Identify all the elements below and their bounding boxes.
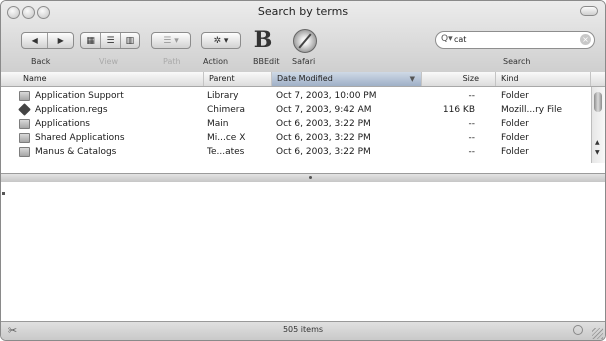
preview-pane	[1, 182, 605, 321]
folder-icon	[19, 147, 30, 157]
folder-icon	[19, 133, 30, 143]
file-size: --	[468, 119, 476, 129]
back-label: Back	[31, 57, 51, 66]
file-date: Oct 7, 2003, 10:00 PM	[276, 91, 377, 101]
file-date: Oct 6, 2003, 3:22 PM	[276, 147, 371, 157]
list-view-button[interactable]: ☰	[100, 33, 119, 48]
file-kind: Folder	[501, 91, 529, 101]
column-header-row: Name Parent Date Modified ▼ Size Kind	[1, 72, 605, 87]
column-header-name[interactable]: Name	[1, 72, 204, 86]
file-kind: Folder	[501, 133, 529, 143]
file-name: Application Support	[35, 91, 124, 101]
column-header-parent[interactable]: Parent	[204, 72, 272, 86]
file-row[interactable]: Shared Applications Mi...ce X Oct 6, 2003,…	[1, 131, 591, 145]
item-count: 505 items	[282, 325, 324, 334]
resize-grip-icon[interactable]	[592, 328, 603, 339]
forward-button[interactable]: ▶	[47, 33, 73, 48]
path-label: Path	[163, 57, 181, 66]
file-name: Applications	[35, 119, 90, 129]
search-label: Search	[503, 57, 531, 66]
file-size: --	[468, 147, 476, 157]
magnifier-icon[interactable]: Q▾	[441, 34, 453, 44]
file-row[interactable]: Application.regs Chimera Oct 7, 2003, 9:42…	[1, 103, 591, 117]
splitter-grip-icon[interactable]	[309, 176, 312, 179]
file-date: Oct 7, 2003, 9:42 AM	[276, 105, 372, 115]
file-row[interactable]: Applications Main Oct 6, 2003, 3:22 PM -- Fo…	[1, 117, 591, 131]
file-size: --	[468, 133, 476, 143]
preview-marker	[2, 192, 5, 195]
file-size: --	[468, 91, 476, 101]
search-input[interactable]	[454, 33, 574, 46]
folder-icon	[19, 91, 30, 101]
file-kind: Folder	[501, 119, 529, 129]
window-title: Search by terms	[257, 5, 349, 18]
toolbar-toggle-button[interactable]	[580, 6, 598, 16]
file-name: Manus & Catalogs	[35, 147, 117, 157]
scroll-down-arrow-icon[interactable]: ▼	[595, 149, 600, 156]
file-date: Oct 6, 2003, 3:22 PM	[276, 133, 371, 143]
file-row[interactable]: Manus & Catalogs Te...ates Oct 6, 2003, 3:…	[1, 145, 591, 159]
column-header-size-label: Size	[462, 74, 479, 83]
safari-compass-icon[interactable]	[293, 29, 317, 53]
file-name: Application.regs	[35, 105, 108, 115]
sort-descending-icon: ▼	[409, 75, 415, 83]
clear-search-icon[interactable]: ×	[580, 34, 591, 45]
finder-window: Search by terms ◀ ▶ ▦ ☰ ▥ ☰ ▾ ✲ ▾ B Back…	[0, 0, 606, 341]
action-button[interactable]: ✲ ▾	[201, 32, 241, 49]
status-bar: ✂ 505 items	[1, 321, 605, 340]
toolbar-area: Search by terms ◀ ▶ ▦ ☰ ▥ ☰ ▾ ✲ ▾ B Back…	[1, 1, 605, 73]
application-file-icon	[18, 103, 31, 116]
file-row[interactable]: Application Support Library Oct 7, 2003, 1…	[1, 89, 591, 103]
file-parent: Mi...ce X	[207, 133, 246, 143]
file-parent: Main	[207, 119, 229, 129]
file-list: Application Support Library Oct 7, 2003, 1…	[1, 87, 605, 163]
file-size: 116 KB	[442, 105, 475, 115]
bbedit-icon[interactable]: B	[251, 27, 275, 53]
file-name: Shared Applications	[35, 133, 125, 143]
scroll-up-arrow-icon[interactable]: ▲	[595, 139, 600, 146]
file-date: Oct 6, 2003, 3:22 PM	[276, 119, 371, 129]
scroll-thumb[interactable]	[594, 92, 602, 112]
file-kind: Folder	[501, 147, 529, 157]
back-button[interactable]: ◀	[22, 33, 47, 48]
icon-view-button[interactable]: ▦	[81, 33, 100, 48]
safari-label: Safari	[292, 57, 316, 66]
view-label: View	[99, 57, 118, 66]
file-kind: Mozill...ry File	[501, 105, 563, 115]
file-parent: Library	[207, 91, 239, 101]
action-label: Action	[203, 57, 229, 66]
bbedit-label: BBEdit	[253, 57, 280, 66]
column-header-date-label: Date Modified	[277, 74, 333, 83]
view-mode-control: ▦ ☰ ▥	[80, 32, 140, 49]
file-parent: Chimera	[207, 105, 246, 115]
back-forward-control: ◀ ▶	[21, 32, 74, 49]
column-view-button[interactable]: ▥	[119, 33, 139, 48]
file-parent: Te...ates	[207, 147, 245, 157]
column-header-size[interactable]: Size	[422, 72, 496, 86]
folder-icon	[19, 119, 30, 129]
column-header-kind[interactable]: Kind	[496, 72, 591, 86]
vertical-scrollbar[interactable]: ▲ ▼	[591, 87, 605, 163]
search-field[interactable]: Q▾ ×	[435, 31, 595, 49]
path-button[interactable]: ☰ ▾	[151, 32, 191, 49]
spinner-icon	[573, 325, 583, 335]
column-header-date-modified[interactable]: Date Modified ▼	[272, 72, 422, 86]
